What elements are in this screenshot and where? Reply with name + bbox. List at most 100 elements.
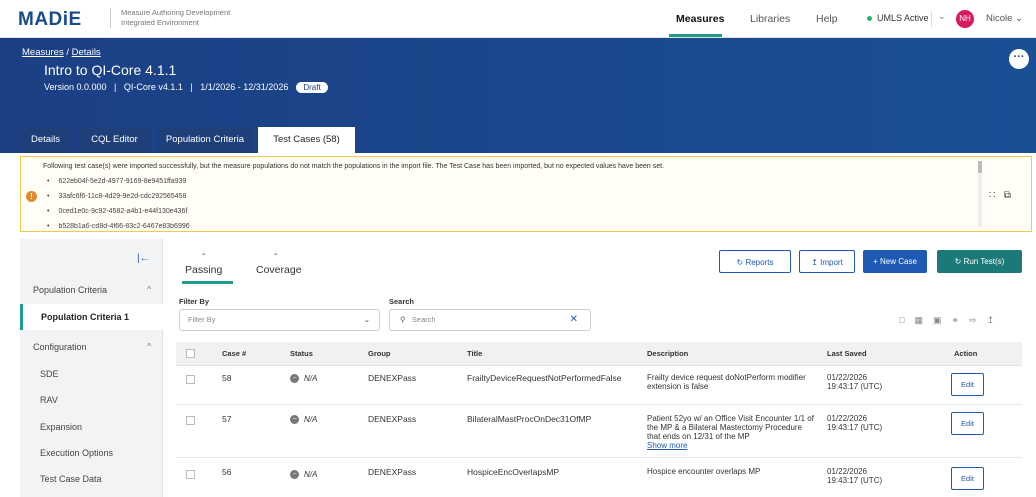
select-all-checkbox[interactable] (186, 349, 195, 358)
page-title: Intro to QI-Core 4.1.1 (44, 62, 177, 78)
link-icon[interactable]: ⚭ (951, 315, 969, 325)
tab-cql-editor[interactable]: CQL Editor (77, 127, 152, 153)
col-title[interactable]: Title (467, 349, 482, 358)
avatar[interactable]: NH (956, 10, 974, 28)
saved-date: 01/22/2026 (827, 414, 868, 423)
breadcrumb: Measures / Details (22, 47, 101, 58)
status-text: N/A (304, 415, 318, 424)
row-checkbox[interactable] (186, 470, 195, 479)
status-badge: Draft (296, 82, 328, 93)
chevron-up-icon: ^ (147, 342, 151, 351)
row-last-saved: 01/22/2026 19:43:17 (UTC) (827, 373, 882, 391)
row-status: − N/A (290, 469, 317, 480)
copy-icon[interactable]: ⧉ (1004, 190, 1011, 201)
upload-icon[interactable]: ↥ (987, 315, 1005, 325)
calendar-icon[interactable]: ▦ (914, 315, 933, 325)
breadcrumb-details[interactable]: Details (72, 47, 101, 58)
edit-button[interactable]: Edit (951, 467, 984, 490)
sidebar-section-configuration[interactable]: Configuration ^ (20, 334, 163, 360)
saved-time: 19:43:17 (UTC) (827, 476, 883, 485)
row-group: DENEXPass (368, 373, 417, 383)
table-row: 57 − N/A DENEXPass BilateralMastProcOnDec… (176, 405, 1022, 458)
more-options-icon[interactable]: ··· (1009, 49, 1029, 69)
sidebar-item-sde[interactable]: SDE (20, 361, 163, 387)
col-last-saved[interactable]: Last Saved (827, 349, 867, 358)
import-warning-alert: ! Following test case(s) were imported s… (20, 156, 1032, 232)
filter-placeholder: Filter By (188, 315, 216, 324)
refresh-icon: ↻ (736, 258, 744, 267)
expand-icon[interactable]: ∷ (989, 190, 995, 201)
nav-libraries[interactable]: Libraries (750, 13, 790, 25)
tab-test-cases[interactable]: Test Cases (58) (258, 127, 355, 153)
tab-population-criteria[interactable]: Population Criteria (157, 127, 253, 153)
passing-count: - (202, 249, 206, 260)
row-group: DENEXPass (368, 414, 417, 424)
saved-date: 01/22/2026 (827, 373, 868, 382)
sidebar-section-label: Population Criteria (33, 285, 108, 295)
search-input[interactable]: ⚲ Search ✕ (389, 309, 591, 331)
row-description: Frailty device request doNotPerform modi… (647, 373, 806, 391)
status-text: N/A (304, 374, 318, 383)
nav-help[interactable]: Help (816, 13, 838, 25)
tab-passing[interactable]: Passing (185, 264, 222, 276)
row-title: BilateralMastProcOnDec31OfMP (467, 414, 592, 424)
run-tests-button[interactable]: ↻ Run Test(s) (937, 250, 1022, 273)
chevron-down-icon: ⌄ (1015, 13, 1024, 24)
sidebar-item-test-case-data[interactable]: Test Case Data (20, 466, 163, 492)
nav-active-indicator (669, 34, 722, 37)
user-name: Nicole (986, 13, 1013, 24)
scrollbar-thumb[interactable] (978, 161, 982, 173)
measure-meta: Version 0.0.000 | QI-Core v4.1.1 | 1/1/2… (44, 82, 328, 93)
edit-button[interactable]: Edit (951, 412, 984, 435)
saved-date: 01/22/2026 (827, 467, 868, 476)
breadcrumb-measures[interactable]: Measures (22, 47, 64, 58)
user-menu[interactable]: Nicole ⌄ (986, 13, 1023, 24)
search-label: Search (389, 297, 415, 306)
col-case[interactable]: Case # (222, 349, 246, 358)
new-case-button[interactable]: + New Case (863, 250, 927, 273)
umls-chevron-icon[interactable]: ⌄ (931, 11, 946, 27)
measure-meta-text: Version 0.0.000 | QI-Core v4.1.1 | 1/1/2… (44, 82, 289, 92)
sidebar-item-population-criteria-1[interactable]: Population Criteria 1 (20, 304, 163, 330)
row-checkbox[interactable] (186, 375, 195, 384)
col-description[interactable]: Description (647, 349, 688, 358)
refresh-icon: ↻ (954, 257, 962, 266)
alert-tools: ∷ ⧉ (989, 190, 1011, 201)
import-label: Import (820, 258, 843, 267)
sidebar-item-expansion[interactable]: Expansion (20, 414, 163, 440)
row-checkbox[interactable] (186, 416, 195, 425)
tab-active-indicator (182, 281, 233, 284)
collapse-sidebar-icon[interactable]: |← (137, 253, 150, 264)
table-actions: □▦▣⚭⇨↥ (899, 315, 1004, 326)
sidebar-section-population-criteria[interactable]: Population Criteria ^ (20, 277, 163, 303)
col-status[interactable]: Status (290, 349, 313, 358)
delete-icon[interactable]: □ (899, 315, 914, 325)
filter-select[interactable]: Filter By ⌄ (179, 309, 380, 331)
reports-label: Reports (745, 258, 774, 267)
case-number: 58 (222, 373, 232, 383)
table-header: Case # Status Group Title Description La… (176, 342, 1022, 366)
show-more-link[interactable]: Show more (647, 441, 687, 450)
reports-button[interactable]: ↻ Reports (719, 250, 791, 273)
case-number: 56 (222, 467, 232, 477)
tab-details[interactable]: Details (20, 127, 71, 153)
edit-button[interactable]: Edit (951, 373, 984, 396)
copy-icon[interactable]: ▣ (933, 315, 952, 325)
nav-measures[interactable]: Measures (676, 13, 724, 25)
row-status: − N/A (290, 414, 318, 425)
clear-search-icon[interactable]: ✕ (570, 310, 578, 330)
row-title: FrailtyDeviceRequestNotPerformedFalse (467, 373, 622, 383)
col-group[interactable]: Group (368, 349, 391, 358)
test-case-sidebar: |← Population Criteria ^ Population Crite… (20, 239, 163, 497)
alert-scrollbar[interactable] (978, 161, 982, 227)
alert-item: 0ced1e0c-9c92-4582-a4b1-e44f130e436f (47, 208, 187, 215)
col-action: Action (954, 349, 978, 358)
tab-coverage[interactable]: Coverage (256, 264, 302, 276)
export-icon[interactable]: ⇨ (969, 315, 987, 325)
alert-item: 33afc6f6-11c8-4d29-9e2d-cdc292565458 (47, 193, 186, 200)
sidebar-item-rav[interactable]: RAV (20, 387, 163, 413)
sidebar-item-execution-options[interactable]: Execution Options (20, 440, 163, 466)
madie-logo[interactable]: MADiE (18, 9, 82, 31)
import-button[interactable]: ↥ Import (799, 250, 855, 273)
table-row: 58 − N/A DENEXPass FrailtyDeviceRequestNo… (176, 366, 1022, 405)
